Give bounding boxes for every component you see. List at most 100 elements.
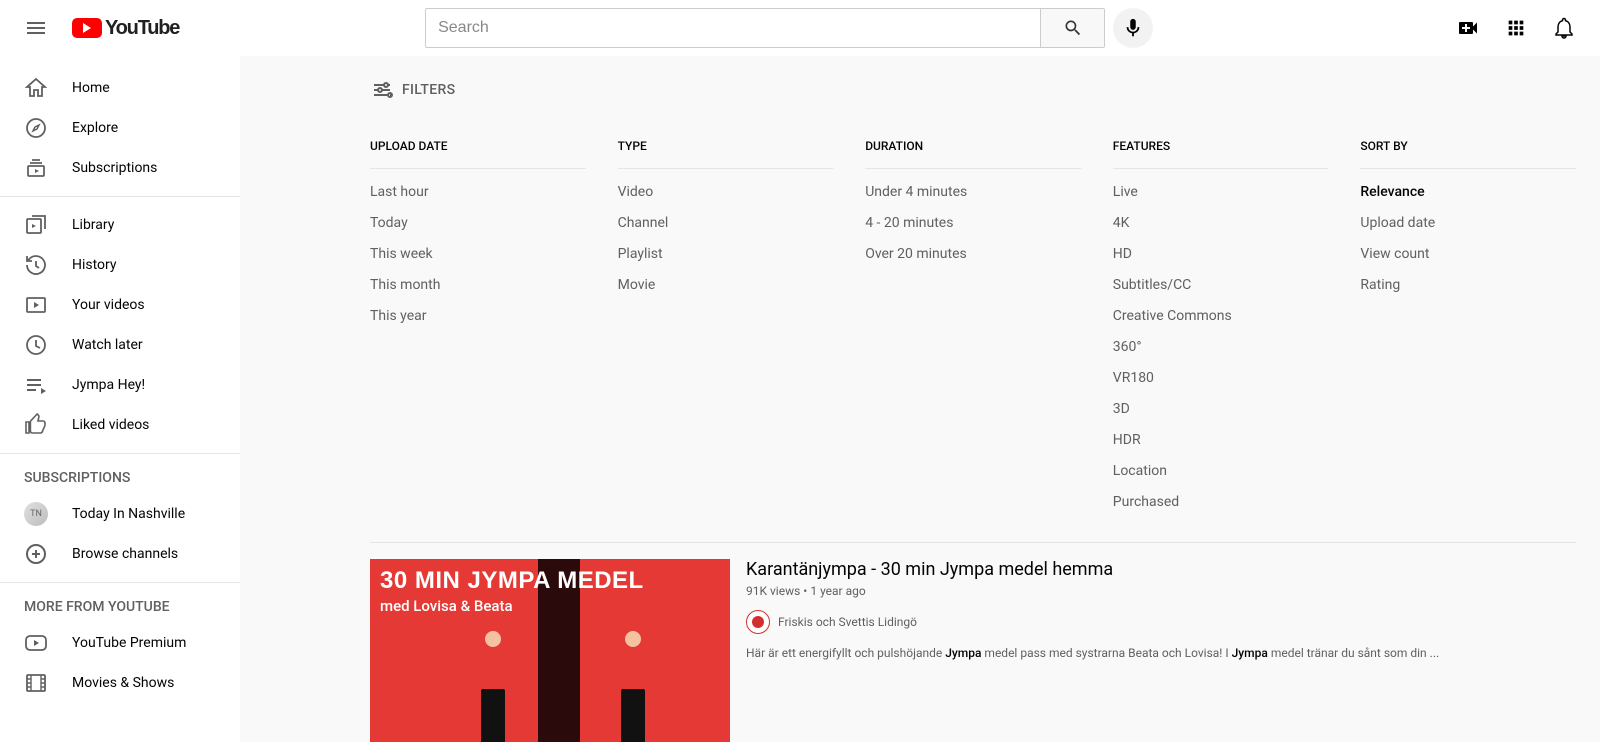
main-content: FILTERS Upload dateLast hourTodayThis we… xyxy=(240,56,1600,742)
filter-column-header: Duration xyxy=(865,124,1081,169)
filter-option[interactable]: Upload date xyxy=(1360,200,1576,231)
bell-icon xyxy=(1552,16,1576,40)
sidebar-item-label: Jympa Hey! xyxy=(72,377,145,393)
search-box xyxy=(425,8,1105,48)
menu-button[interactable] xyxy=(16,8,56,48)
filter-option[interactable]: Subtitles/CC xyxy=(1113,262,1329,293)
filter-option[interactable]: Channel xyxy=(618,200,834,231)
filter-option[interactable]: Playlist xyxy=(618,231,834,262)
filter-column-duration: DurationUnder 4 minutes4 - 20 minutesOve… xyxy=(865,124,1081,510)
sidebar-item-label: Subscriptions xyxy=(72,160,157,176)
filter-option[interactable]: 3D xyxy=(1113,386,1329,417)
microphone-icon xyxy=(1122,17,1144,39)
filter-option[interactable]: Relevance xyxy=(1360,169,1576,200)
sidebar-item-liked-videos[interactable]: Liked videos xyxy=(0,405,240,445)
filter-option[interactable]: Location xyxy=(1113,448,1329,479)
sidebar-item-jympa-hey-[interactable]: Jympa Hey! xyxy=(0,365,240,405)
filter-option[interactable]: Video xyxy=(618,169,834,200)
sidebar-item-label: Explore xyxy=(72,120,118,136)
filter-column-header: Sort by xyxy=(1360,124,1576,169)
filter-option[interactable]: 4 - 20 minutes xyxy=(865,200,1081,231)
filter-option[interactable]: 4K xyxy=(1113,200,1329,231)
sidebar: Home Explore Subscriptions Library History Y… xyxy=(0,56,240,742)
filter-column-header: Upload date xyxy=(370,124,586,169)
filters-label: FILTERS xyxy=(402,82,455,98)
filter-option[interactable]: Last hour xyxy=(370,169,586,200)
sidebar-item-watch-later[interactable]: Watch later xyxy=(0,325,240,365)
sidebar-item-history[interactable]: History xyxy=(0,245,240,285)
filter-column-upload-date: Upload dateLast hourTodayThis weekThis m… xyxy=(370,124,586,510)
sidebar-item-label: Watch later xyxy=(72,337,143,353)
sidebar-item-label: Library xyxy=(72,217,114,233)
filter-option[interactable]: Rating xyxy=(1360,262,1576,293)
sidebar-item-explore[interactable]: Explore xyxy=(0,108,240,148)
youtube-icon xyxy=(72,18,102,38)
header: YouTube xyxy=(0,0,1600,56)
channel-name: Friskis och Svettis Lidingö xyxy=(778,615,917,629)
sidebar-primary: Home Explore Subscriptions xyxy=(0,68,240,197)
sidebar-item-library[interactable]: Library xyxy=(0,205,240,245)
search-result[interactable]: 30 MIN JYMPA MEDELmed Lovisa & BeataKara… xyxy=(370,559,1576,742)
sidebar-more: More from YouTube YouTube PremiumMovies … xyxy=(0,583,240,711)
liked-icon xyxy=(24,413,48,437)
channel-row[interactable]: Friskis och Svettis Lidingö xyxy=(746,610,1576,634)
notifications-button[interactable] xyxy=(1544,8,1584,48)
home-icon xyxy=(24,76,48,100)
your-videos-icon xyxy=(24,293,48,317)
video-thumbnail[interactable]: 30 MIN JYMPA MEDELmed Lovisa & Beata xyxy=(370,559,730,742)
filter-option[interactable]: Creative Commons xyxy=(1113,293,1329,324)
sidebar-secondary: Library History Your videos Watch later Jymp… xyxy=(0,197,240,454)
filter-option[interactable]: HDR xyxy=(1113,417,1329,448)
search-input[interactable] xyxy=(425,8,1040,48)
sidebar-item-movies-shows[interactable]: Movies & Shows xyxy=(0,663,240,703)
sidebar-item-label: Movies & Shows xyxy=(72,675,174,691)
sidebar-item-youtube-premium[interactable]: YouTube Premium xyxy=(0,623,240,663)
filter-option[interactable]: This month xyxy=(370,262,586,293)
sidebar-item-label: History xyxy=(72,257,117,273)
filter-column-features: FeaturesLive4KHDSubtitles/CCCreative Com… xyxy=(1113,124,1329,510)
filters-button[interactable]: FILTERS xyxy=(370,72,471,108)
hamburger-icon xyxy=(24,16,48,40)
history-icon xyxy=(24,253,48,277)
filter-option[interactable]: This week xyxy=(370,231,586,262)
filter-option[interactable]: Today xyxy=(370,200,586,231)
header-left: YouTube xyxy=(16,8,179,48)
filter-option[interactable]: View count xyxy=(1360,231,1576,262)
voice-search-button[interactable] xyxy=(1113,8,1153,48)
header-right xyxy=(1359,8,1584,48)
thumbnail-title: 30 MIN JYMPA MEDEL xyxy=(380,567,644,595)
result-info: Karantänjympa - 30 min Jympa medel hemma… xyxy=(746,559,1576,742)
browse-channels-label: Browse channels xyxy=(72,546,178,562)
create-button[interactable] xyxy=(1448,8,1488,48)
search-button[interactable] xyxy=(1040,8,1105,48)
filter-option[interactable]: Live xyxy=(1113,169,1329,200)
browse-channels[interactable]: Browse channels xyxy=(0,534,240,574)
sidebar-item-your-videos[interactable]: Your videos xyxy=(0,285,240,325)
sidebar-item-subscriptions[interactable]: Subscriptions xyxy=(0,148,240,188)
filter-option[interactable]: Over 20 minutes xyxy=(865,231,1081,262)
filter-option[interactable]: Purchased xyxy=(1113,479,1329,510)
library-icon xyxy=(24,213,48,237)
add-circle-icon xyxy=(24,542,48,566)
filter-option[interactable]: 360° xyxy=(1113,324,1329,355)
create-icon xyxy=(1456,16,1480,40)
sidebar-item-home[interactable]: Home xyxy=(0,68,240,108)
subscription-item[interactable]: TNToday In Nashville xyxy=(0,494,240,534)
logo-text: YouTube xyxy=(105,17,179,40)
filter-option[interactable]: This year xyxy=(370,293,586,324)
channel-avatar: TN xyxy=(24,502,48,526)
video-description: Här är ett energifyllt och pulshöjande J… xyxy=(746,646,1576,660)
filter-column-type: TypeVideoChannelPlaylistMovie xyxy=(618,124,834,510)
video-title[interactable]: Karantänjympa - 30 min Jympa medel hemma xyxy=(746,559,1576,580)
filter-option[interactable]: VR180 xyxy=(1113,355,1329,386)
results: 30 MIN JYMPA MEDELmed Lovisa & BeataKara… xyxy=(370,542,1576,742)
video-meta: 91K views • 1 year ago xyxy=(746,584,1576,598)
logo[interactable]: YouTube xyxy=(72,17,179,40)
filter-option[interactable]: HD xyxy=(1113,231,1329,262)
filter-option[interactable]: Under 4 minutes xyxy=(865,169,1081,200)
apps-icon xyxy=(1505,17,1527,39)
playlist-icon xyxy=(24,373,48,397)
filter-option[interactable]: Movie xyxy=(618,262,834,293)
apps-button[interactable] xyxy=(1496,8,1536,48)
filter-grid: Upload dateLast hourTodayThis weekThis m… xyxy=(370,124,1576,510)
